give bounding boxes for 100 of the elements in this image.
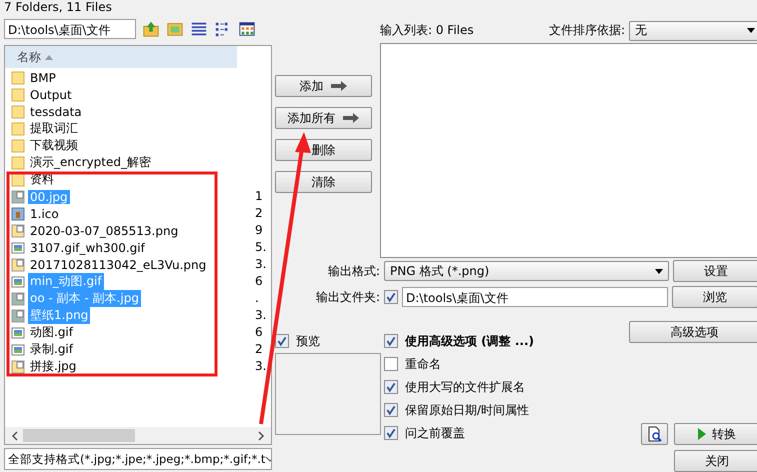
preview-search-button[interactable] [641,423,668,445]
picture-icon [11,240,25,254]
file-row[interactable]: 提取词汇 [5,120,271,137]
output-folder-field[interactable]: D:\tools\桌面\文件 [402,287,668,307]
browse-button[interactable]: 浏览 [672,286,757,308]
settings-button[interactable]: 设置 [673,260,757,282]
list-action-button[interactable]: 添加所有 [275,107,372,129]
preview-label: 预览 [296,332,320,350]
option-label: 保留原始日期/时间属性 [405,402,530,418]
file-type-dropdown[interactable]: 全部支持格式(*.jpg;*.jpe;*.jpeg;*.bmp;*.gif;*.t [4,448,272,470]
folder-icon [11,122,25,136]
option-label: 使用高级选项 (调整 ...) [405,332,534,350]
file-size: 3. [255,256,266,273]
file-row[interactable]: tessdata [5,103,271,120]
file-size: 2 [255,341,263,358]
list-action-button[interactable]: 删除 [275,139,372,161]
file-name: 演示_encrypted_解密 [29,154,152,171]
option-label: 使用大写的文件扩展名 [405,378,525,396]
file-size: . [255,290,259,307]
checkbox[interactable] [384,403,398,417]
file-name: tessdata [29,104,83,118]
file-size: 1 [255,188,263,205]
input-list-box[interactable] [380,43,757,258]
file-row[interactable]: 拼接.jpg 3. [5,358,271,375]
folder-icon [11,104,25,118]
file-name: 20171028113042_eL3Vu.png [29,258,208,272]
checkbox[interactable] [384,380,398,394]
option-label: 重命名 [405,356,441,372]
input-list-label: 输入列表: 0 Files [380,22,474,39]
file-name: 动图.gif [29,324,74,341]
folder-up-icon[interactable] [142,20,160,38]
folder-icon [11,172,25,186]
list-action-button[interactable]: 清除 [275,171,372,193]
file-name: 拼接.jpg [29,358,78,375]
checkbox[interactable] [384,426,398,440]
file-row[interactable]: BMP [5,69,271,86]
image-file-icon [11,224,25,238]
convert-button[interactable]: 转换 [674,423,757,445]
file-row[interactable]: 20171028113042_eL3Vu.png 3. [5,256,271,273]
folder-icon [11,70,25,84]
checkbox[interactable] [384,290,398,304]
file-row[interactable]: 下载视频 [5,137,271,154]
file-size: 3. [255,307,266,324]
picture-icon [11,326,25,340]
list-action-button[interactable]: 添加 [275,75,372,97]
file-row[interactable]: 演示_encrypted_解密 [5,154,271,171]
scroll-left-icon[interactable] [11,430,19,440]
checkbox[interactable] [275,334,289,348]
document-search-icon [646,426,662,442]
folder-icon [11,88,25,102]
file-size: 6 [255,273,263,290]
option-label: 问之前覆盖 [405,424,465,442]
icon-file-icon [11,206,25,220]
checkbox[interactable] [384,357,398,371]
advanced-options-button[interactable]: 高级选项 [629,321,757,343]
file-name: min_动图.gif [28,273,104,290]
play-icon [698,428,706,440]
file-row[interactable]: 动图.gif 6 [5,324,271,341]
file-row[interactable]: 1.ico 2 [5,205,271,222]
folder-icon [11,156,25,170]
close-button[interactable]: 关闭 [674,450,757,472]
image-file-icon [11,258,25,272]
details-view-icon[interactable] [190,20,208,38]
status-text: 7 Folders, 11 Files [4,0,113,15]
sort-dropdown[interactable]: 无 [629,20,757,40]
file-name: 提取词汇 [29,120,79,137]
file-name: 下载视频 [29,137,79,154]
file-name: BMP [29,70,57,84]
output-format-dropdown[interactable]: PNG 格式 (*.png) [384,261,669,281]
horizontal-scrollbar[interactable] [5,427,271,444]
picture-icon [11,342,25,356]
image-file-icon [11,308,25,322]
file-row[interactable]: 3107.gif_wh300.gif 5. [5,239,271,256]
file-name: 3107.gif_wh300.gif [29,240,146,254]
picture-icon [11,274,25,288]
file-row[interactable]: 2020-03-07_085513.png 9 [5,222,271,239]
scroll-right-icon[interactable] [257,430,265,440]
file-row[interactable]: 壁纸1.png 3. [5,307,271,324]
file-name: Output [29,88,73,102]
path-field[interactable]: D:\tools\桌面\文件 [4,19,136,39]
file-name: 1.ico [29,206,60,220]
file-row[interactable]: oo - 副本 - 副本.jpg . [5,290,271,307]
column-header[interactable]: 名称 [5,46,237,68]
file-row[interactable]: Output [5,86,271,103]
file-row[interactable]: 录制.gif 2 [5,341,271,358]
file-size: 9 [255,222,263,239]
file-name: 壁纸1.png [28,307,90,324]
image-file-icon [11,292,25,306]
file-size: 6 [255,324,263,341]
file-name: 2020-03-07_085513.png [29,224,180,238]
file-row[interactable]: 00.jpg 1 [5,188,271,205]
file-row[interactable]: min_动图.gif 6 [5,273,271,290]
thumbnail-view-icon[interactable] [238,20,256,38]
image-icon[interactable] [166,20,184,38]
image-file-icon [11,190,25,204]
image-file-icon [11,360,25,374]
file-size: 2 [255,205,263,222]
checkbox[interactable] [384,334,398,348]
output-format-label: 输出格式: [326,262,380,280]
folder-icon [11,138,25,152]
